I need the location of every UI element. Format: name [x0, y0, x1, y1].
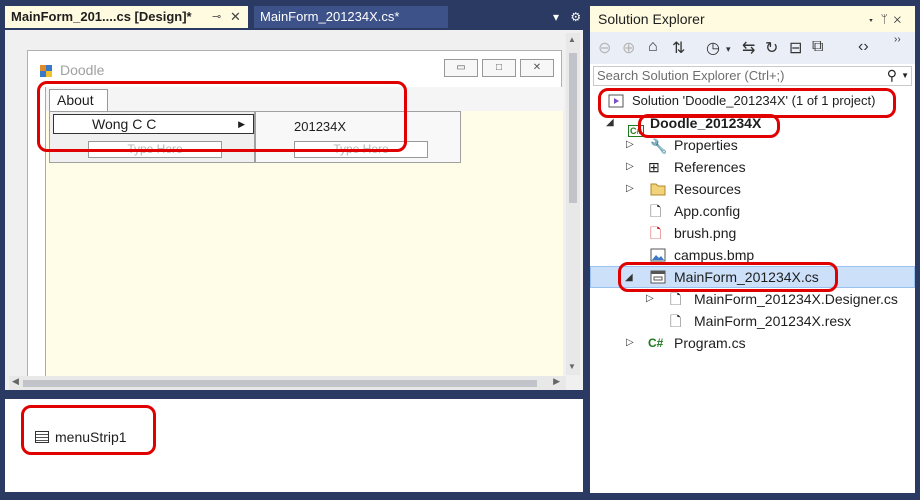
- code-file-icon: 🗋: [670, 291, 682, 307]
- resx-file-icon: 🗋: [670, 313, 682, 329]
- tab-dropdown-icon[interactable]: ▾: [553, 10, 559, 24]
- submenu-arrow-icon: ▶: [238, 119, 245, 129]
- menu-item-wong-cc[interactable]: Wong C C ▶: [53, 114, 254, 134]
- tab-tools: ▾ ⚙: [553, 6, 588, 28]
- overflow-icon[interactable]: ››: [894, 34, 901, 45]
- form-icon: [40, 65, 52, 77]
- tab-label: MainForm_201....cs [Design]*: [11, 9, 192, 24]
- scroll-down-icon[interactable]: ▼: [568, 362, 576, 371]
- tree-item-properties[interactable]: ▷ 🔧 Properties: [590, 134, 915, 156]
- scroll-left-icon[interactable]: ◀: [12, 376, 19, 387]
- pin-icon[interactable]: ⊸: [212, 6, 221, 28]
- tree-item-mainform[interactable]: ◢ MainForm_201234X.cs: [590, 266, 915, 288]
- close-icon[interactable]: ✕: [520, 59, 554, 77]
- menustrip-icon: [35, 431, 49, 443]
- panel-controls: ▾ᛘ✕: [867, 6, 907, 32]
- dropdown-icon[interactable]: ▾: [867, 12, 880, 26]
- scroll-thumb[interactable]: [569, 53, 577, 203]
- form-file-icon: [650, 270, 666, 284]
- tree-item-designer[interactable]: ▷ 🗋 MainForm_201234X.Designer.cs: [590, 288, 915, 310]
- solution-explorer-title-bar: Solution Explorer ▾ᛘ✕: [590, 6, 915, 32]
- search-input[interactable]: Search Solution Explorer (Ctrl+;) ⚲ ▼: [593, 66, 912, 86]
- tray-item-label: menuStrip1: [55, 429, 127, 445]
- tree-item-solution[interactable]: Solution 'Doodle_201234X' (1 of 1 projec…: [590, 90, 915, 112]
- menu-item-label: Wong C C: [92, 116, 157, 132]
- form-window[interactable]: Doodle ▭ □ ✕ About Wong C C ▶ Type Here …: [27, 50, 564, 377]
- search-icon[interactable]: ⚲: [887, 66, 897, 84]
- dropdown-icon[interactable]: ▾: [726, 44, 731, 55]
- panel-title: Solution Explorer: [598, 11, 705, 27]
- search-options-icon[interactable]: ▼: [901, 67, 909, 85]
- menu-item-about[interactable]: About: [49, 89, 108, 112]
- switch-views-icon[interactable]: ⇅: [672, 38, 685, 58]
- refresh-icon[interactable]: ↻: [765, 38, 778, 58]
- pending-changes-icon[interactable]: ◷: [706, 38, 720, 58]
- vertical-scrollbar[interactable]: ▲ ▼: [566, 33, 580, 375]
- solution-explorer: Solution Explorer ▾ᛘ✕ ⊖ ⊕ ⌂ ⇅ ◷ ▾ ⇆ ↻ ⊟ …: [590, 6, 915, 493]
- horizontal-scrollbar[interactable]: ◀ ▶: [9, 376, 566, 390]
- settings-gear-icon[interactable]: ⚙: [570, 10, 581, 24]
- minimize-icon[interactable]: ▭: [444, 59, 478, 77]
- tree-item-resx[interactable]: 🗋 MainForm_201234X.resx: [590, 310, 915, 332]
- collapsed-icon[interactable]: ▷: [646, 288, 654, 310]
- wrench-icon: 🔧: [650, 138, 668, 154]
- expanded-icon[interactable]: ◢: [606, 112, 614, 134]
- sync-icon[interactable]: ⇆: [742, 38, 755, 58]
- close-icon[interactable]: ✕: [894, 12, 907, 26]
- home-icon[interactable]: ⌂: [648, 38, 658, 56]
- tree-item-app-config[interactable]: 🗋 App.config: [590, 200, 915, 222]
- forward-icon[interactable]: ⊕: [622, 38, 635, 58]
- form-title: Doodle: [60, 62, 105, 78]
- scroll-up-icon[interactable]: ▲: [568, 35, 576, 44]
- back-icon[interactable]: ⊖: [598, 38, 611, 58]
- solution-explorer-toolbar: ⊖ ⊕ ⌂ ⇅ ◷ ▾ ⇆ ↻ ⊟ ⧉ ‹› ››: [590, 32, 915, 64]
- tree-item-references[interactable]: ▷ ⊞ References: [590, 156, 915, 178]
- tree-item-program[interactable]: ▷ C# Program.cs: [590, 332, 915, 354]
- designer-panel: MainForm_201....cs [Design]* ⊸ ✕ MainFor…: [0, 0, 588, 500]
- menu-item-201234x[interactable]: 201234X: [294, 119, 346, 134]
- menu-strip[interactable]: About: [46, 87, 564, 112]
- image-file-icon: [650, 248, 666, 262]
- tree-item-resources[interactable]: ▷ Resources: [590, 178, 915, 200]
- tree-item-campus[interactable]: campus.bmp: [590, 244, 915, 266]
- about-dropdown: Wong C C ▶ Type Here: [49, 111, 255, 163]
- maximize-icon[interactable]: □: [482, 59, 516, 77]
- type-here-box-nested[interactable]: Type Here: [294, 141, 428, 158]
- nested-dropdown: 201234X Type Here: [255, 111, 461, 163]
- tab-label: MainForm_201234X.cs*: [260, 9, 400, 24]
- folder-icon: [650, 183, 666, 196]
- csharp-file-icon: C#: [648, 336, 664, 350]
- expanded-icon[interactable]: ◢: [625, 267, 633, 289]
- tree-item-brush[interactable]: 🗋 brush.png: [590, 222, 915, 244]
- tray-item-menustrip[interactable]: menuStrip1: [35, 429, 127, 445]
- collapsed-icon[interactable]: ▷: [626, 156, 634, 178]
- config-file-icon: 🗋: [650, 203, 662, 219]
- references-icon: ⊞: [648, 159, 660, 175]
- component-tray: menuStrip1: [5, 399, 583, 492]
- show-all-files-icon[interactable]: ⧉: [812, 38, 823, 56]
- pin-icon[interactable]: ᛘ: [881, 12, 894, 26]
- tree-item-project[interactable]: ◢ C# Doodle_201234X: [590, 112, 915, 137]
- csharp-project-icon: C#: [628, 125, 644, 137]
- scroll-right-icon[interactable]: ▶: [553, 376, 560, 387]
- type-here-box[interactable]: Type Here: [88, 141, 222, 158]
- document-tab-bar: MainForm_201....cs [Design]* ⊸ ✕ MainFor…: [5, 6, 588, 28]
- solution-icon: [608, 94, 624, 108]
- tab-mainform-design[interactable]: MainForm_201....cs [Design]* ⊸ ✕: [5, 6, 248, 28]
- collapsed-icon[interactable]: ▷: [626, 332, 634, 354]
- scroll-thumb[interactable]: [23, 380, 537, 387]
- form-client-area[interactable]: About Wong C C ▶ Type Here 201234X Type …: [45, 87, 564, 377]
- view-code-icon[interactable]: ‹›: [858, 38, 869, 56]
- collapsed-icon[interactable]: ▷: [626, 134, 634, 156]
- collapsed-icon[interactable]: ▷: [626, 178, 634, 200]
- search-placeholder: Search Solution Explorer (Ctrl+;): [597, 68, 785, 83]
- close-tab-icon[interactable]: ✕: [230, 6, 241, 28]
- missing-file-icon: 🗋: [650, 225, 662, 241]
- tab-mainform-code[interactable]: MainForm_201234X.cs*: [254, 6, 448, 28]
- collapse-all-icon[interactable]: ⊟: [789, 38, 802, 58]
